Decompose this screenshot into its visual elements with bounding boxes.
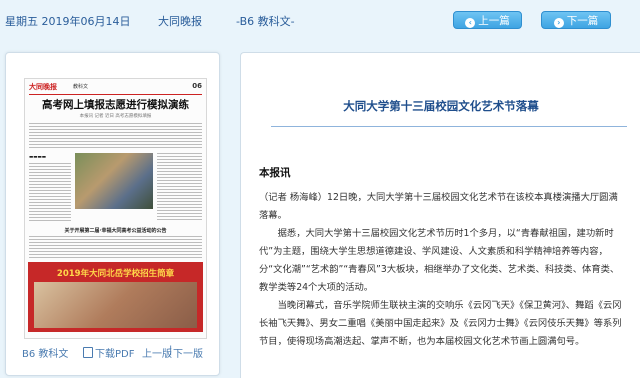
title-divider — [271, 126, 627, 127]
thumbnail-text-block — [29, 236, 202, 258]
chevron-left-icon: ‹ — [465, 18, 476, 28]
download-pdf-label: 下载PDF — [95, 349, 135, 360]
paper-name: 大同晚报 — [158, 15, 202, 28]
page-link[interactable]: B6 教科文 — [22, 345, 68, 360]
thumbnail-wide-headline: 关于开展第二届·幸福大同高考公益活动的公告 — [64, 228, 167, 234]
article-paragraph: （记者 杨海峰）12日晚，大同大学第十三届校园文化艺术节在该校本真楼演播大厅圆满… — [259, 192, 618, 221]
thumbnail-section: 教科文 — [73, 84, 89, 90]
article-body: （记者 杨海峰）12日晚，大同大学第十三届校园文化艺术节在该校本真楼演播大厅圆满… — [259, 189, 624, 351]
thumbnail-side-headline: ▬▬▬▬ — [29, 155, 47, 160]
thumbnail-masthead: 大同晚报 — [29, 83, 57, 91]
thumbnail-advertisement: 2019年大同北岳学校招生简章 — [28, 262, 203, 332]
prev-article-button[interactable]: ‹ 上一篇 — [453, 11, 522, 29]
thumbnail-text-block — [29, 123, 202, 149]
chevron-right-icon: › — [553, 18, 564, 28]
article-paragraph: 当晚闭幕式，音乐学院师生联袂主演的交响乐《云冈飞天》《保卫黄河》、舞蹈《云冈长袖… — [259, 300, 622, 347]
top-bar: 星期五 2019年06月14日 大同晚报 -B6 教科文- ‹ 上一篇 › 下一篇 — [0, 0, 640, 40]
article-panel: 大同大学第十三届校园文化艺术节落幕 本报讯 （记者 杨海峰）12日晚，大同大学第… — [240, 52, 640, 378]
thumbnail-ad-image — [34, 282, 197, 328]
prev-article-label: 上一篇 — [478, 15, 510, 27]
issue-date: 星期五 2019年06月14日 — [5, 15, 131, 28]
prev-page-link[interactable]: 上一版 — [142, 345, 172, 360]
thumbnail-ad-title: 2019年大同北岳学校招生简章 — [56, 269, 175, 279]
article-title: 大同大学第十三届校园文化艺术节落幕 — [343, 99, 539, 113]
thumbnail-photo — [75, 153, 153, 209]
download-pdf-link[interactable]: 下载PDF — [83, 345, 134, 360]
next-article-label: 下一篇 — [566, 15, 599, 27]
article-paragraph: 据悉，大同大学第十三届校园文化艺术节历时1个多月，以“青春献祖国，建功新时代”为… — [259, 228, 620, 293]
page-link-separator: | — [169, 345, 173, 356]
newspaper-page-thumbnail[interactable]: 大同晚报 教科文 06 高考网上填报志愿进行模拟演练 本报讯 记者 近日 高考志… — [24, 78, 207, 339]
next-page-link[interactable]: 下一版 — [173, 345, 203, 360]
next-article-button[interactable]: › 下一篇 — [541, 11, 611, 29]
article-lead: 本报讯 — [259, 167, 291, 179]
thumbnail-headline: 高考网上填报志愿进行模拟演练 — [42, 99, 189, 111]
thumbnail-subline: 本报讯 记者 近日 高考志愿模拟填报 — [79, 114, 152, 119]
thumbnail-text-block — [157, 153, 202, 221]
thumbnail-masthead-bar: 大同晚报 教科文 06 — [29, 82, 202, 95]
thumbnail-page-number: 06 — [192, 82, 202, 90]
thumbnail-text-block — [29, 163, 71, 221]
page-label: -B6 教科文- — [236, 15, 295, 28]
pdf-icon — [83, 347, 93, 358]
